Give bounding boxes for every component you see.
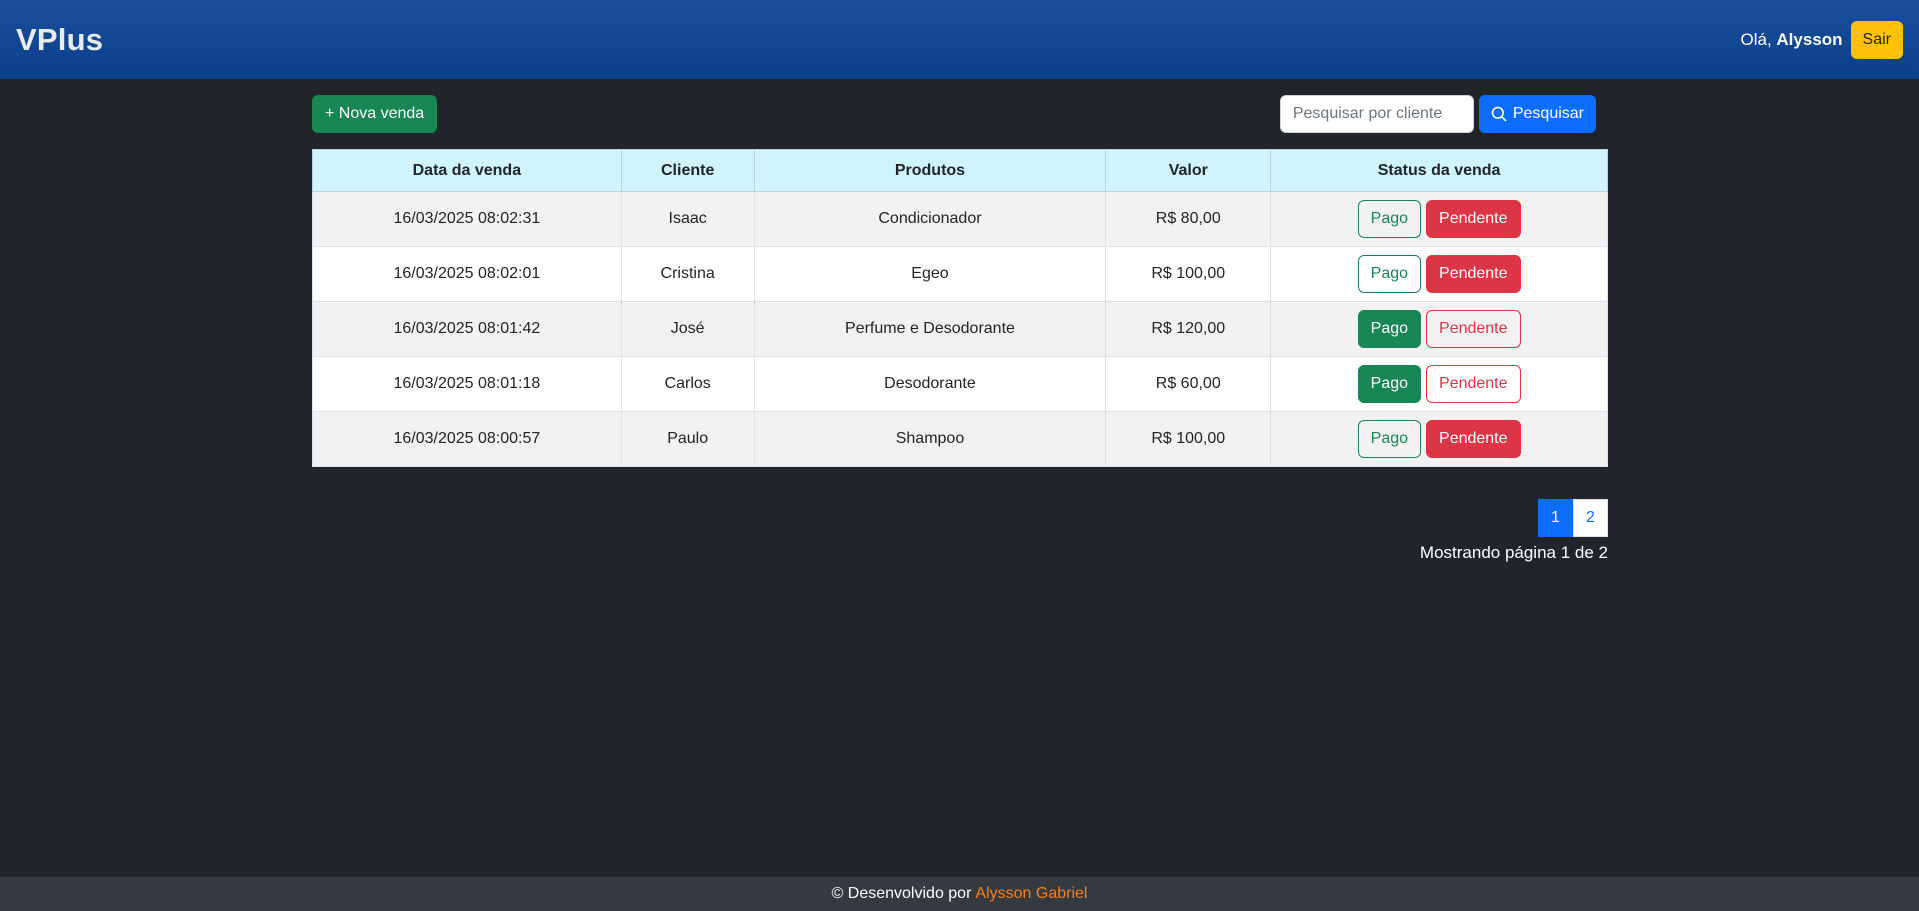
cell-products: Perfume e Desodorante [753, 301, 1107, 357]
table-row: 16/03/2025 08:01:18 Carlos Desodorante R$ 6… [312, 356, 1608, 412]
mark-paid-button[interactable]: Pago [1357, 420, 1422, 458]
greeting-prefix: Olá, [1740, 29, 1777, 49]
cell-date: 16/03/2025 08:01:18 [312, 356, 622, 412]
cell-status: Pago Pendente [1270, 301, 1608, 357]
cell-value: R$ 120,00 [1105, 301, 1272, 357]
user-name: Alysson [1776, 29, 1843, 49]
cell-status: Pago Pendente [1270, 191, 1608, 247]
cell-date: 16/03/2025 08:02:31 [312, 191, 622, 247]
header-client: Cliente [620, 149, 755, 192]
status-buttons: Pago Pendente [1271, 310, 1607, 348]
cell-client: Cristina [620, 246, 755, 302]
search-button-label: Pesquisar [1512, 105, 1584, 122]
page-link-1[interactable]: 1 [1538, 499, 1573, 537]
page-link-2[interactable]: 2 [1573, 499, 1608, 537]
toolbar: + Nova venda Pesquisar [312, 95, 1596, 133]
search-input[interactable] [1279, 95, 1474, 133]
cell-value: R$ 100,00 [1105, 411, 1272, 467]
table-row: 16/03/2025 08:02:01 Cristina Egeo R$ 100,00… [312, 246, 1608, 302]
mark-pending-button[interactable]: Pendente [1426, 420, 1521, 458]
cell-value: R$ 100,00 [1105, 246, 1272, 302]
cell-client: Carlos [620, 356, 755, 412]
footer-text: © Desenvolvido por [831, 885, 972, 902]
mark-paid-button[interactable]: Pago [1357, 200, 1422, 238]
header-products: Produtos [753, 149, 1107, 192]
cell-products: Egeo [753, 246, 1107, 302]
cell-status: Pago Pendente [1270, 246, 1608, 302]
mark-pending-button[interactable]: Pendente [1426, 310, 1521, 348]
cell-products: Desodorante [753, 356, 1107, 412]
greeting: Olá, Alysson [1741, 30, 1843, 50]
page-info: Mostrando página 1 de 2 [1419, 543, 1608, 562]
logout-button[interactable]: Sair [1850, 20, 1903, 59]
table-row: 16/03/2025 08:01:42 José Perfume e Desodor… [312, 301, 1608, 357]
status-buttons: Pago Pendente [1271, 255, 1607, 293]
header-status: Status da venda [1270, 149, 1608, 192]
mark-paid-button[interactable]: Pago [1357, 365, 1422, 403]
cell-products: Shampoo [753, 411, 1107, 467]
author-link[interactable]: Alysson Gabriel [975, 885, 1087, 903]
cell-value: R$ 60,00 [1105, 356, 1272, 412]
cell-client: Paulo [620, 411, 755, 467]
mark-paid-button[interactable]: Pago [1357, 255, 1422, 293]
mark-pending-button[interactable]: Pendente [1426, 255, 1521, 293]
cell-date: 16/03/2025 08:00:57 [312, 411, 622, 467]
user-area: Olá, Alysson Sair [1741, 20, 1903, 59]
cell-status: Pago Pendente [1270, 411, 1608, 467]
cell-products: Condicionador [753, 191, 1107, 247]
cell-date: 16/03/2025 08:01:42 [312, 301, 622, 357]
cell-date: 16/03/2025 08:02:01 [312, 246, 622, 302]
pagination: 12 [1538, 499, 1608, 537]
search-form: Pesquisar [1279, 95, 1596, 133]
brand-logo[interactable]: VPlus [16, 22, 103, 58]
search-icon [1491, 106, 1507, 122]
sales-table: Data da venda Cliente Produtos Valor Sta… [312, 149, 1608, 467]
footer: © Desenvolvido por Alysson Gabriel [0, 877, 1919, 911]
header-value: Valor [1105, 149, 1272, 192]
cell-client: Isaac [620, 191, 755, 247]
status-buttons: Pago Pendente [1271, 365, 1607, 403]
search-button[interactable]: Pesquisar [1478, 95, 1596, 133]
new-sale-button[interactable]: + Nova venda [312, 95, 438, 133]
cell-status: Pago Pendente [1270, 356, 1608, 412]
navbar: VPlus Olá, Alysson Sair [0, 0, 1919, 79]
table-row: 16/03/2025 08:02:31 Isaac Condicionador R$ … [312, 191, 1608, 247]
header-date: Data da venda [312, 149, 622, 192]
mark-pending-button[interactable]: Pendente [1426, 200, 1521, 238]
mark-paid-button[interactable]: Pago [1357, 310, 1422, 348]
cell-value: R$ 80,00 [1105, 191, 1272, 247]
table-row: 16/03/2025 08:00:57 Paulo Shampoo R$ 100,00… [312, 411, 1608, 467]
status-buttons: Pago Pendente [1271, 200, 1607, 238]
table-header-row: Data da venda Cliente Produtos Valor Sta… [312, 149, 1608, 192]
cell-client: José [620, 301, 755, 357]
mark-pending-button[interactable]: Pendente [1426, 365, 1521, 403]
status-buttons: Pago Pendente [1271, 420, 1607, 458]
